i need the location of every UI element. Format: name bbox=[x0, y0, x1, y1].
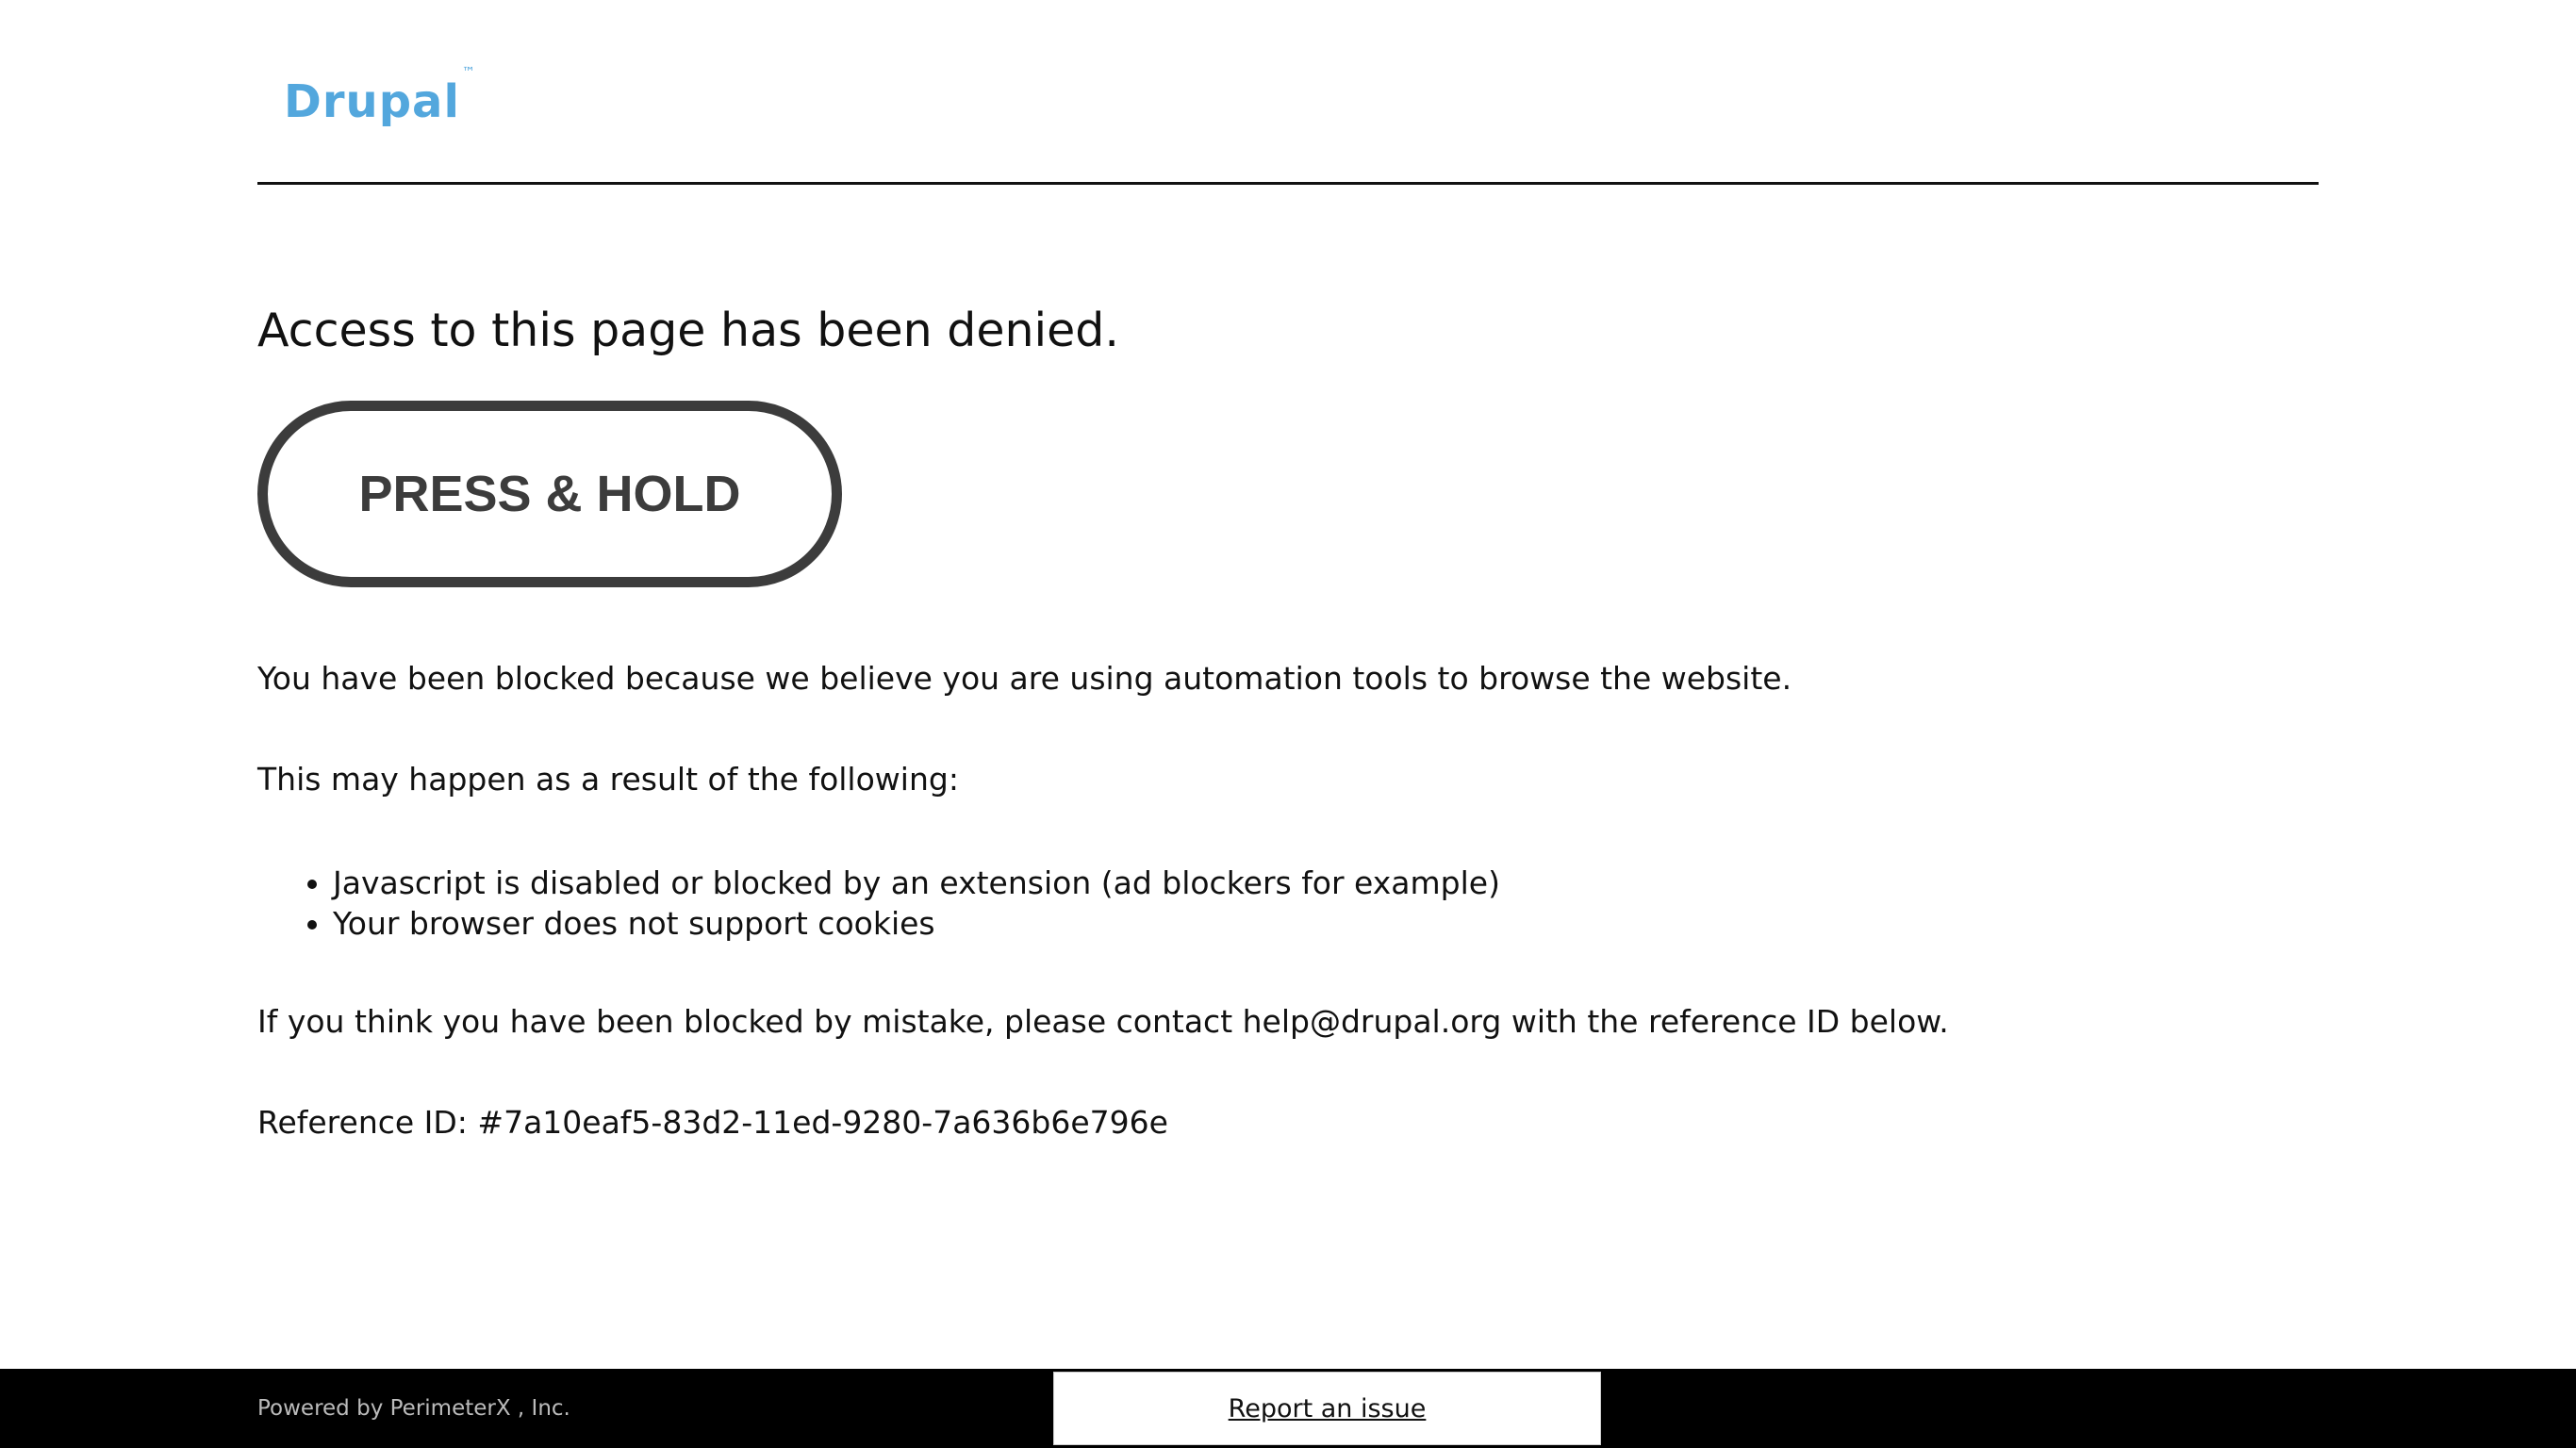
reference-id: Reference ID: #7a10eaf5-83d2-11ed-9280-7… bbox=[257, 1104, 1168, 1141]
logo-trademark: ™ bbox=[461, 65, 476, 80]
logo-text: Drupal bbox=[284, 75, 460, 128]
press-and-hold-button[interactable]: PRESS & HOLD bbox=[257, 401, 842, 587]
causes-list: Javascript is disabled or blocked by an … bbox=[257, 863, 1500, 944]
press-and-hold-label: PRESS & HOLD bbox=[358, 466, 741, 522]
report-issue-button[interactable]: Report an issue bbox=[1053, 1372, 1601, 1445]
contact-message: If you think you have been blocked by mi… bbox=[257, 1003, 1949, 1040]
page: Drupal™ Access to this page has been den… bbox=[0, 0, 2576, 1448]
blocked-message: You have been blocked because we believe… bbox=[257, 660, 1792, 697]
list-item: Javascript is disabled or blocked by an … bbox=[333, 863, 1500, 903]
powered-by-text: Powered by PerimeterX , Inc. bbox=[257, 1396, 570, 1421]
drupal-logo: Drupal™ bbox=[284, 66, 476, 124]
page-title: Access to this page has been denied. bbox=[257, 304, 1119, 357]
list-item: Your browser does not support cookies bbox=[333, 903, 1500, 944]
report-issue-link[interactable]: Report an issue bbox=[1229, 1394, 1427, 1423]
main-content: Drupal™ Access to this page has been den… bbox=[257, 0, 2319, 1141]
footer: Powered by PerimeterX , Inc. Report an i… bbox=[0, 1369, 2576, 1448]
causes-intro: This may happen as a result of the follo… bbox=[257, 761, 959, 798]
header: Drupal™ bbox=[257, 0, 2319, 185]
